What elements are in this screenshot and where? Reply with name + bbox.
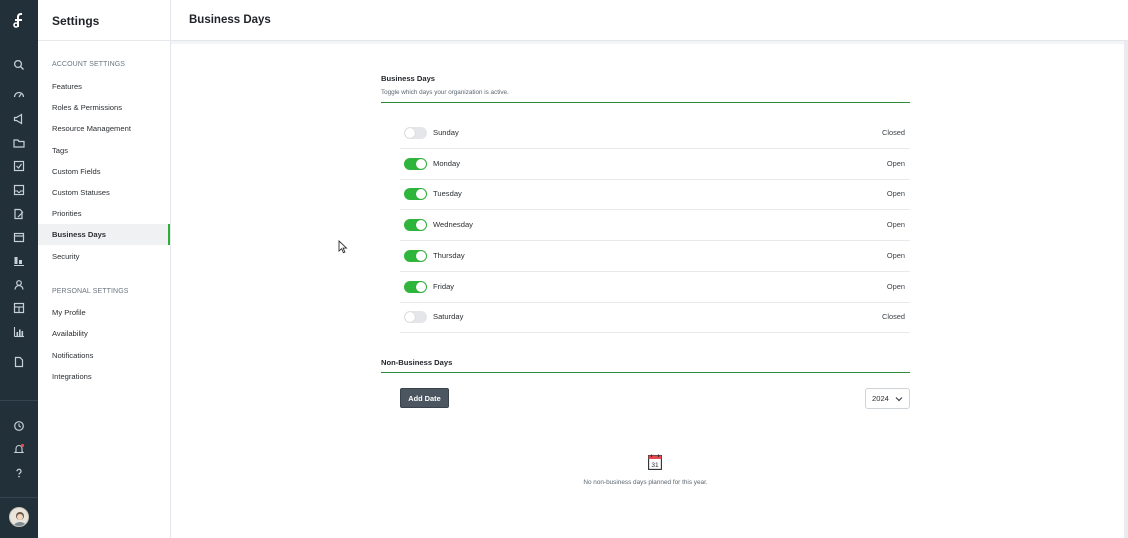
- main-panel: Business Days Toggle which days your org…: [171, 44, 1124, 538]
- personal-settings-section: PERSONAL SETTINGS: [52, 288, 129, 295]
- day-row-wednesday: Wednesday Open: [400, 210, 910, 241]
- sidebar-item-custom-statuses[interactable]: Custom Statuses: [38, 182, 170, 203]
- day-status: Closed: [881, 128, 905, 137]
- page-title: Business Days: [189, 14, 271, 26]
- sidebar-item-business-days[interactable]: Business Days: [38, 224, 170, 245]
- user-icon[interactable]: [11, 277, 27, 293]
- tuesday-toggle[interactable]: [404, 188, 427, 200]
- page-header: Business Days: [171, 0, 1128, 41]
- non-business-days-heading: Non-Business Days: [381, 358, 453, 367]
- day-row-saturday: Saturday Closed: [400, 302, 910, 333]
- business-days-divider: [381, 102, 910, 103]
- settings-sidebar: Settings ACCOUNT SETTINGS Features Roles…: [38, 0, 171, 538]
- day-row-sunday: Sunday Closed: [400, 118, 910, 149]
- day-row-friday: Friday Open: [400, 272, 910, 303]
- bar-chart-icon[interactable]: [11, 324, 27, 340]
- add-date-button[interactable]: Add Date: [400, 388, 449, 408]
- sidebar-item-my-profile[interactable]: My Profile: [38, 302, 170, 323]
- toggle-knob: [405, 128, 415, 138]
- board-icon[interactable]: [11, 253, 27, 269]
- app-logo[interactable]: [0, 0, 38, 40]
- day-row-monday: Monday Open: [400, 149, 910, 180]
- day-status: Open: [886, 251, 905, 260]
- megaphone-icon[interactable]: [11, 111, 27, 127]
- file-icon[interactable]: [11, 354, 27, 370]
- toggle-knob: [416, 189, 426, 199]
- day-row-thursday: Thursday Open: [400, 241, 910, 272]
- rail-divider: [0, 400, 38, 401]
- sidebar-item-roles-permissions[interactable]: Roles & Permissions: [38, 97, 170, 118]
- sidebar-item-security[interactable]: Security: [38, 246, 170, 267]
- empty-state-message: No non-business days planned for this ye…: [583, 479, 708, 486]
- folder-icon[interactable]: [11, 135, 27, 151]
- rail-divider-bottom: [0, 497, 38, 498]
- sidebar-item-features[interactable]: Features: [38, 76, 170, 97]
- sidebar-title: Settings: [52, 14, 100, 28]
- year-select[interactable]: 2024: [865, 388, 910, 409]
- business-days-subtitle: Toggle which days your organization is a…: [381, 89, 509, 96]
- day-name: Thursday: [433, 251, 465, 260]
- logo-icon: [13, 13, 22, 28]
- saturday-toggle[interactable]: [404, 311, 427, 323]
- document-edit-icon[interactable]: [11, 206, 27, 222]
- day-status: Closed: [881, 312, 905, 321]
- day-name: Wednesday: [433, 220, 473, 229]
- search-icon[interactable]: [11, 57, 27, 73]
- toggle-knob: [416, 282, 426, 292]
- day-name: Saturday: [433, 312, 464, 321]
- year-value: 2024: [872, 394, 889, 403]
- day-status: Open: [886, 282, 905, 291]
- main-scrollbar[interactable]: [1124, 41, 1128, 538]
- wednesday-toggle[interactable]: [404, 219, 427, 231]
- sidebar-item-availability[interactable]: Availability: [38, 323, 170, 344]
- day-name: Friday: [433, 282, 455, 291]
- non-business-days-divider: [381, 372, 910, 373]
- avatar[interactable]: [9, 507, 29, 527]
- chevron-down-icon: [895, 397, 903, 402]
- account-settings-section: ACCOUNT SETTINGS: [52, 61, 126, 68]
- inbox-icon[interactable]: [11, 182, 27, 198]
- monday-toggle[interactable]: [404, 158, 427, 170]
- day-status: Open: [886, 159, 905, 168]
- toggle-knob: [416, 251, 426, 261]
- clock-icon[interactable]: [11, 418, 27, 434]
- day-name: Sunday: [433, 128, 459, 137]
- mouse-cursor-icon: [338, 240, 348, 254]
- toggle-knob: [405, 312, 415, 322]
- business-days-heading: Business Days: [381, 74, 436, 83]
- calendar-day-number: 31: [651, 462, 659, 469]
- help-icon[interactable]: [11, 465, 27, 481]
- day-status: Open: [886, 220, 905, 229]
- sidebar-item-resource-management[interactable]: Resource Management: [38, 118, 170, 139]
- checkbox-icon[interactable]: [11, 158, 27, 174]
- sidebar-item-tags[interactable]: Tags: [38, 140, 170, 161]
- dashboard-icon[interactable]: [11, 87, 27, 103]
- calendar-icon[interactable]: [11, 229, 27, 245]
- day-name: Monday: [433, 159, 461, 168]
- toggle-knob: [416, 220, 426, 230]
- thursday-toggle[interactable]: [404, 250, 427, 262]
- friday-toggle[interactable]: [404, 281, 427, 293]
- sidebar-item-custom-fields[interactable]: Custom Fields: [38, 161, 170, 182]
- day-row-tuesday: Tuesday Open: [400, 179, 910, 210]
- day-status: Open: [886, 189, 905, 198]
- calendar-icon: 31: [648, 454, 662, 470]
- layout-icon[interactable]: [11, 300, 27, 316]
- sidebar-item-priorities[interactable]: Priorities: [38, 203, 170, 224]
- sidebar-item-notifications[interactable]: Notifications: [38, 345, 170, 366]
- day-name: Tuesday: [433, 189, 462, 198]
- app-rail: [0, 0, 38, 538]
- toggle-knob: [416, 159, 426, 169]
- sidebar-item-integrations[interactable]: Integrations: [38, 366, 170, 387]
- bell-icon[interactable]: [11, 441, 27, 457]
- sunday-toggle[interactable]: [404, 127, 427, 139]
- sidebar-divider: [38, 40, 171, 41]
